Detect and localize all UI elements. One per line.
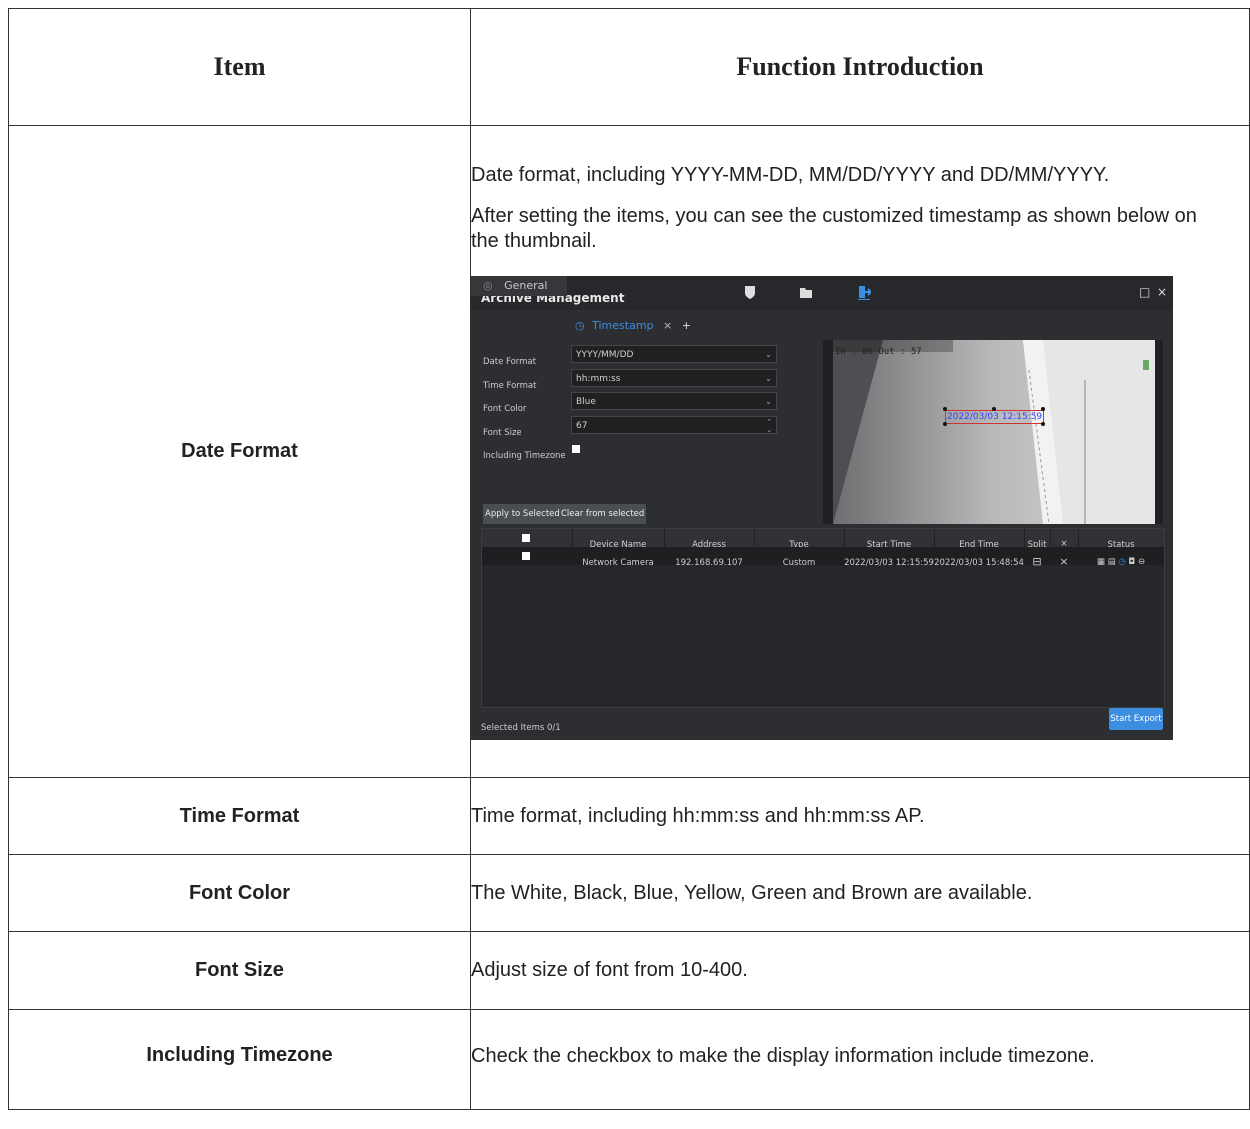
resize-handle[interactable] [992, 407, 996, 411]
image-icon[interactable]: ▤ [1108, 557, 1116, 567]
selected-items-count: Selected Items 0/1 [481, 723, 561, 733]
chevron-down-icon: ⌄ [765, 374, 772, 383]
calendar-icon[interactable]: ▦ [1097, 557, 1105, 567]
cell-type: Custom [782, 558, 816, 568]
remove-row-icon[interactable]: × [1050, 549, 1078, 574]
chevron-down-icon: ⌄ [765, 397, 772, 406]
item-font-color: Font Color [8, 854, 471, 932]
table-header: Device Name Address Type Start Time End … [482, 529, 1164, 550]
resize-handle[interactable] [1041, 422, 1045, 426]
item-including-timezone: Including Timezone [8, 1009, 471, 1110]
osd-counter: In : 86 Out : 57 [835, 347, 922, 357]
font-color-select[interactable]: Blue ⌄ [571, 392, 777, 410]
status-icons: ▦ ▤ ◷ ◘ ⊖ [1078, 550, 1164, 575]
cell-device-name: Network Camera [582, 558, 654, 568]
close-button[interactable]: × [1157, 280, 1167, 305]
table-row[interactable]: Network Camera 192.168.69.107 Custom 202… [482, 547, 1164, 568]
item-date-format: Date Format [8, 125, 471, 778]
export-icon[interactable] [857, 284, 871, 300]
header-function: Function Introduction [470, 8, 1250, 126]
timezone-label: Including Timezone [483, 451, 566, 461]
shield-icon[interactable] [743, 284, 757, 300]
desc-date-format-note: After setting the items, you can see the… [471, 205, 1197, 252]
apply-to-selected-button[interactable]: Apply to Selected [483, 504, 562, 524]
resize-handle[interactable] [943, 407, 947, 411]
timezone-checkbox[interactable] [572, 445, 580, 453]
font-size-label: Font Size [483, 428, 522, 438]
item-time-format: Time Format [8, 777, 471, 855]
maximize-button[interactable]: □ [1139, 280, 1150, 305]
cell-end-time: 2022/03/03 15:48:54 [934, 558, 1024, 568]
item-font-size: Font Size [8, 931, 471, 1010]
start-export-button[interactable]: Start Export [1109, 708, 1163, 730]
resize-handle[interactable] [943, 422, 947, 426]
desc-including-timezone: Check the checkbox to make the display i… [470, 1009, 1250, 1110]
clock-icon[interactable]: ◷ [1118, 557, 1125, 567]
clock-icon: ◷ [575, 319, 585, 332]
device-table: Device Name Address Type Start Time End … [481, 528, 1165, 708]
tab-general[interactable]: ◎ General [471, 276, 567, 296]
font-color-label: Font Color [483, 404, 527, 414]
header-item: Item [8, 8, 471, 126]
archive-management-window: Archive Management □ × ◎ General ◷ Times… [471, 276, 1173, 740]
resize-handle[interactable] [1041, 407, 1045, 411]
row-checkbox[interactable] [522, 552, 530, 560]
date-format-value: YYYY/MM/DD [576, 350, 634, 360]
date-format-label: Date Format [483, 357, 536, 367]
clear-from-selected-button[interactable]: Clear from selected [559, 504, 647, 524]
font-size-value: 67 [576, 421, 588, 431]
chevron-down-icon: ⌄ [765, 350, 772, 359]
tab-timestamp-label: Timestamp [592, 319, 654, 332]
time-format-value: hh:mm:ss [576, 374, 621, 384]
function-table: Item Function Introduction Date Format D… [8, 8, 1250, 1110]
font-color-value: Blue [576, 397, 596, 407]
cell-address: 192.168.69.107 [675, 558, 743, 568]
add-tab-icon[interactable]: + [682, 319, 691, 332]
desc-font-color: The White, Black, Blue, Yellow, Green an… [470, 854, 1250, 932]
thumbnail-preview: In : 86 Out : 57 2022/03/03 12:15:59 [823, 340, 1163, 525]
date-format-select[interactable]: YYYY/MM/DD ⌄ [571, 345, 777, 363]
cell-start-time: 2022/03/03 12:15:59 [844, 558, 934, 568]
title-bar: Archive Management □ × [471, 276, 1173, 310]
desc-font-size: Adjust size of font from 10-400. [470, 931, 1250, 1010]
desc-date-format-text: Date format, including YYYY-MM-DD, MM/DD… [471, 164, 1110, 186]
timestamp-overlay[interactable]: 2022/03/03 12:15:59 [945, 410, 1045, 424]
stepper-arrows-icon[interactable]: ⌃ ⌄ [766, 418, 772, 434]
time-format-select[interactable]: hh:mm:ss ⌄ [571, 369, 777, 387]
desc-date-format: Date format, including YYYY-MM-DD, MM/DD… [470, 125, 1250, 778]
snapshot-icon[interactable]: ◘ [1129, 557, 1136, 567]
general-icon: ◎ [483, 279, 493, 292]
split-icon[interactable]: ⊟ [1024, 549, 1050, 574]
timer-icon[interactable]: ⊖ [1138, 557, 1145, 567]
tab-general-label: General [504, 279, 548, 292]
time-format-label: Time Format [483, 381, 537, 391]
font-size-stepper[interactable]: 67 ⌃ ⌄ [571, 416, 777, 434]
tab-timestamp[interactable]: ◷ Timestamp × + [575, 316, 691, 336]
folder-icon[interactable] [799, 284, 813, 300]
select-all-checkbox[interactable] [522, 534, 530, 542]
tab-close-icon[interactable]: × [663, 319, 672, 332]
camera-image [833, 340, 1155, 525]
desc-time-format: Time format, including hh:mm:ss and hh:m… [470, 777, 1250, 855]
